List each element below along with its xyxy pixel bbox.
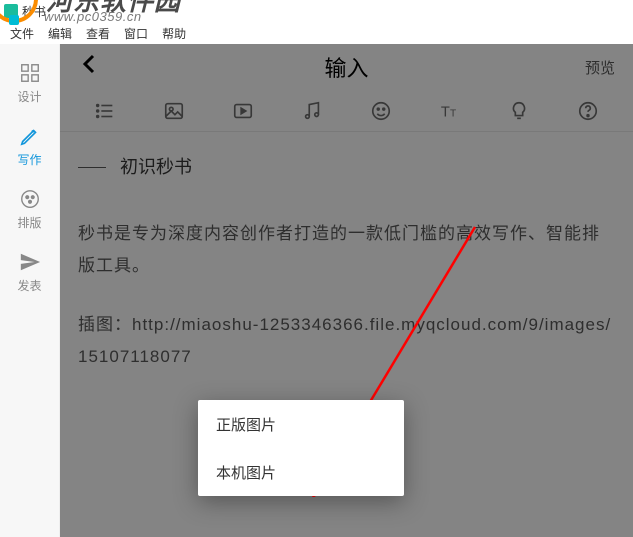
content-area: 输入 预览 TT [60, 44, 633, 537]
menu-view[interactable]: 查看 [80, 23, 116, 44]
image-source-popup: 正版图片 本机图片 [198, 400, 404, 496]
write-icon [19, 125, 41, 147]
main-container: 河东软件园 www.pc0359.cn 设计 写作 排版 发表 [0, 44, 633, 537]
popup-option-licensed[interactable]: 正版图片 [198, 400, 404, 448]
popup-option-local[interactable]: 本机图片 [198, 448, 404, 496]
sidebar-item-label: 排版 [17, 214, 41, 231]
sidebar-item-layout[interactable]: 排版 [0, 178, 60, 241]
layout-icon [19, 188, 41, 210]
app-title: 秒书 [22, 3, 46, 20]
sidebar-item-label: 发表 [17, 277, 41, 294]
sidebar-item-design[interactable]: 设计 [0, 52, 60, 115]
menu-edit[interactable]: 编辑 [42, 23, 78, 44]
publish-icon [19, 251, 41, 273]
menu-help[interactable]: 帮助 [156, 23, 192, 44]
left-sidebar: 设计 写作 排版 发表 [0, 44, 60, 537]
sidebar-item-write[interactable]: 写作 [0, 115, 60, 178]
sidebar-item-label: 写作 [17, 151, 41, 168]
sidebar-item-label: 设计 [17, 88, 41, 105]
menu-file[interactable]: 文件 [4, 23, 40, 44]
menu-window[interactable]: 窗口 [118, 23, 154, 44]
app-icon [4, 4, 18, 18]
window-title-bar: 秒书 [0, 0, 633, 22]
menu-bar: 文件 编辑 查看 窗口 帮助 [0, 22, 633, 44]
sidebar-item-publish[interactable]: 发表 [0, 241, 60, 304]
design-icon [19, 62, 41, 84]
